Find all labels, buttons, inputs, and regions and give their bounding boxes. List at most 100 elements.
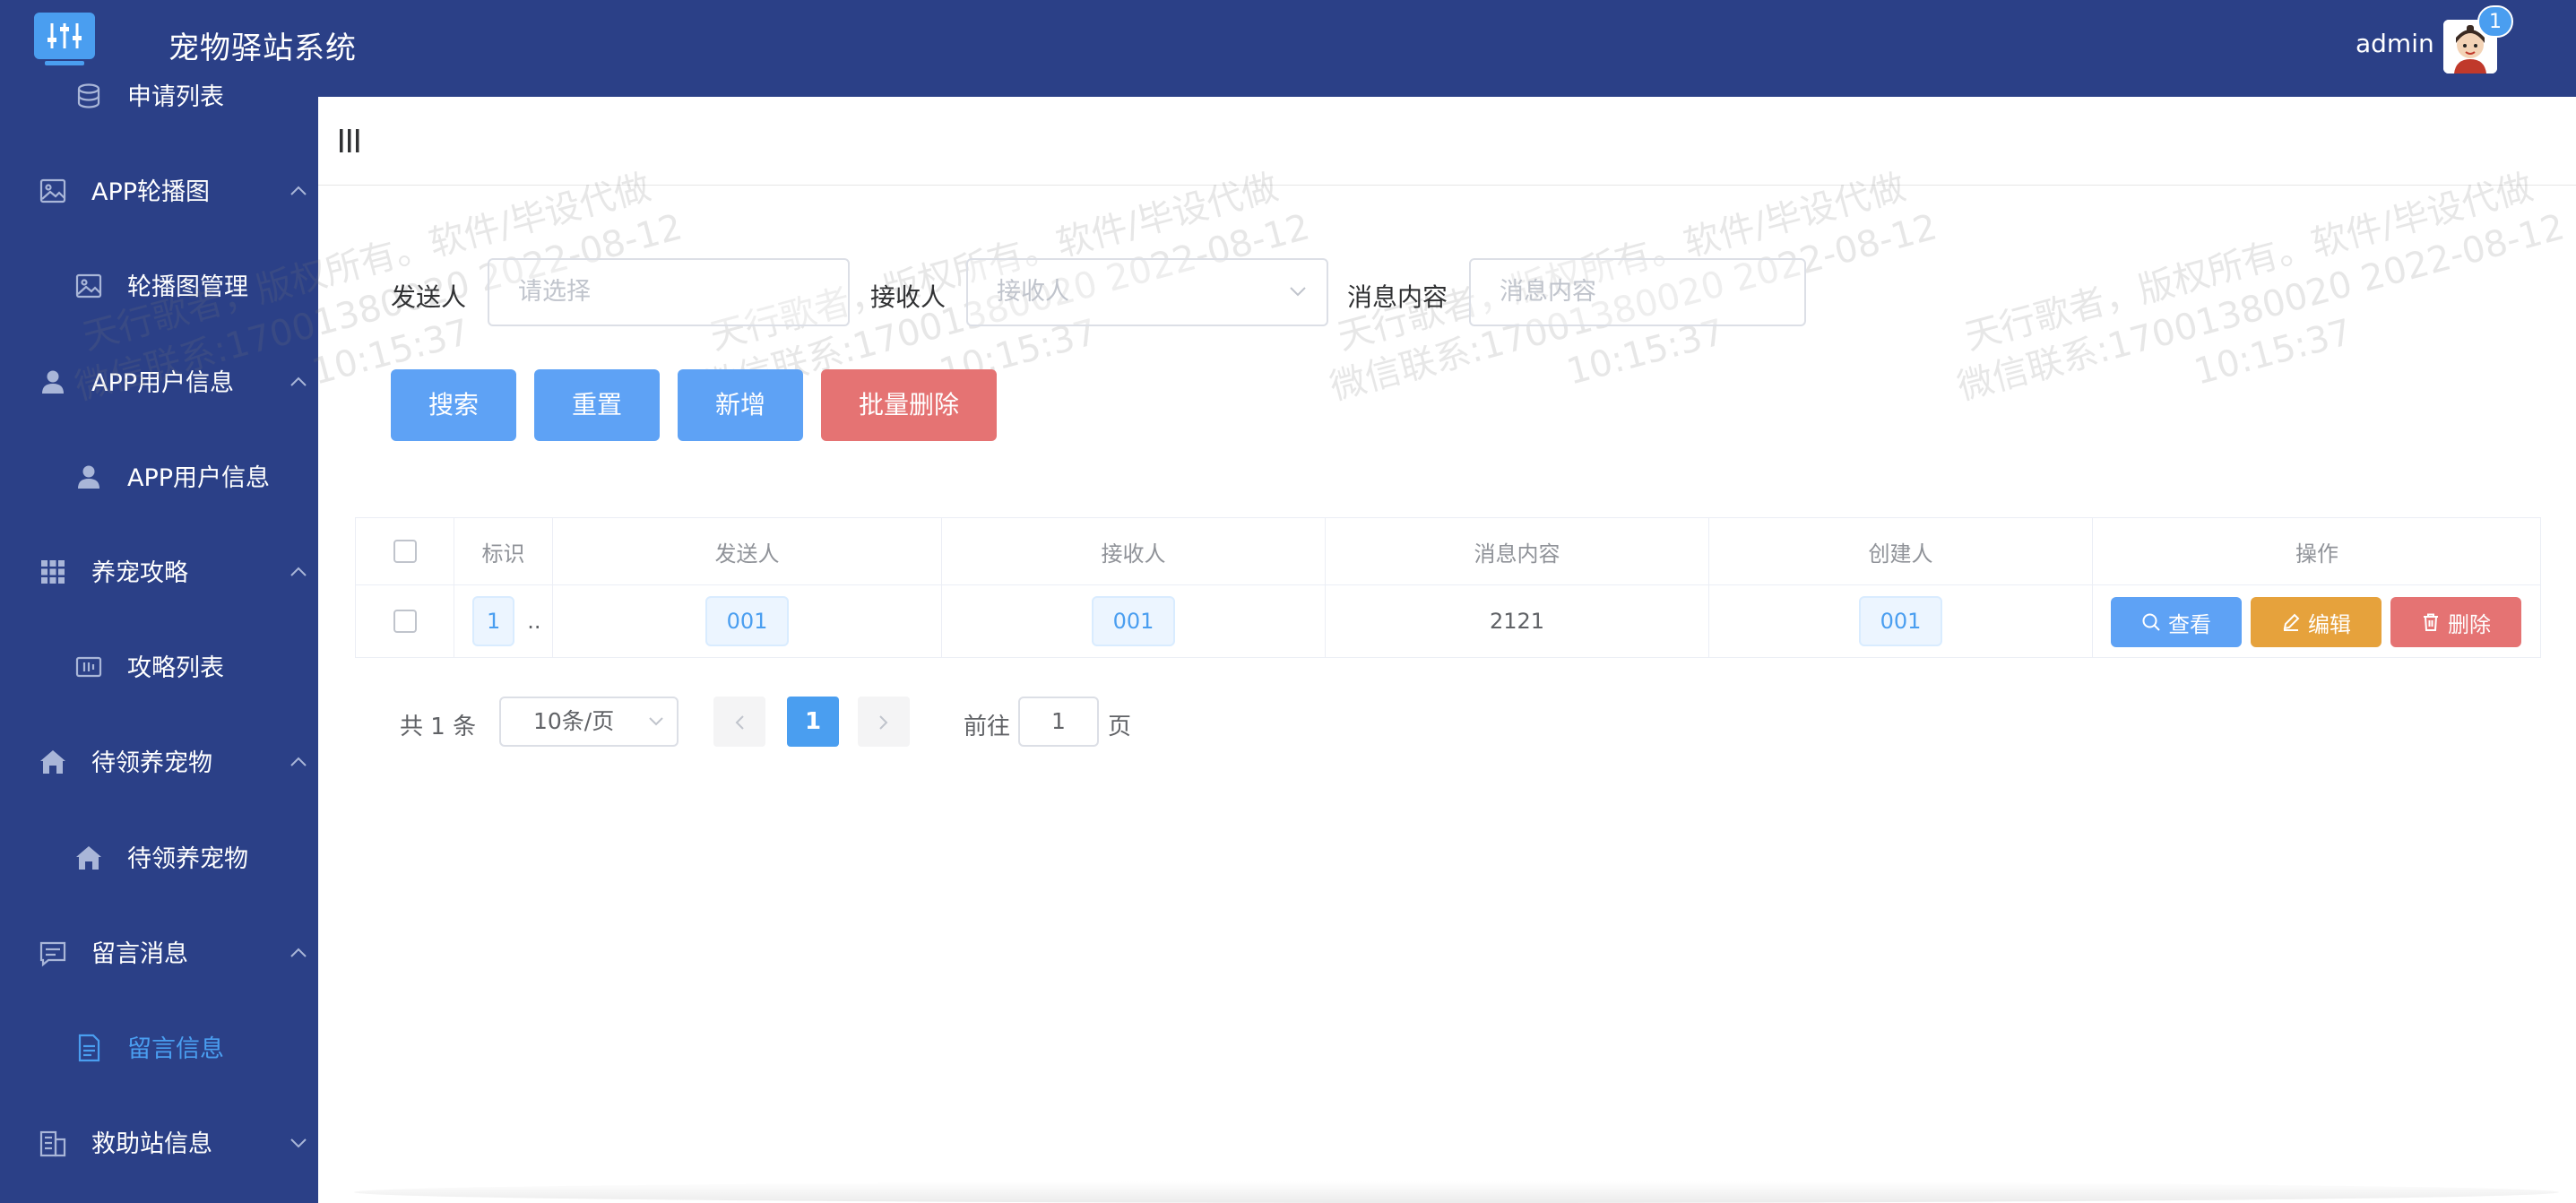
edit-icon <box>2283 613 2300 631</box>
total-count: 共 1 条 <box>400 714 477 740</box>
page-size-value: 10条/页 <box>533 708 615 734</box>
edit-button[interactable]: 编辑 <box>2251 597 2382 647</box>
table-row: 1 .. 001 001 2121 001 查看 编辑 删除 <box>356 584 2540 658</box>
sidebar-item-label: APP轮播图 <box>91 178 211 207</box>
watermark: 天行歌者，版权所有。软件/毕设代做 微信联系:17001380020 2022-… <box>1941 159 2576 455</box>
next-page-button[interactable] <box>858 697 910 747</box>
sidebar-item-guide-list[interactable]: 攻略列表 <box>0 619 318 714</box>
watermark-line3: 10:15:37 <box>2190 311 2356 394</box>
user-icon <box>42 370 64 394</box>
receiver-cell: 001 <box>942 584 1326 658</box>
home-icon <box>76 845 101 870</box>
chevron-down-icon <box>290 1138 307 1148</box>
sidebar-group-message-group[interactable]: 留言消息 <box>0 905 318 1000</box>
chevron-up-icon <box>290 567 307 576</box>
sidebar-item-message-info[interactable]: 留言信息 <box>0 1000 318 1095</box>
sender-cell: 001 <box>553 584 942 658</box>
chevron-up-icon <box>290 757 307 767</box>
sidebar-item-label: APP用户信息 <box>91 368 235 397</box>
sidebar-item-app-user-info[interactable]: APP用户信息 <box>0 429 318 524</box>
sender-select[interactable]: 请选择 <box>488 258 850 326</box>
sidebar-group-rescue-station-info[interactable]: 救助站信息 <box>0 1095 318 1190</box>
actions-cell: 查看 编辑 删除 <box>2093 584 2541 658</box>
row-checkbox[interactable] <box>393 610 417 633</box>
chevron-left-icon <box>735 715 744 730</box>
user-icon <box>78 465 99 489</box>
delete-label: 删除 <box>2448 611 2491 637</box>
sender-label: 发送人 <box>391 282 467 312</box>
sidebar-group-pet-guide[interactable]: 养宠攻略 <box>0 524 318 619</box>
batch-delete-button[interactable]: 批量删除 <box>821 369 997 441</box>
sidebar-group-adoptable-pets-group[interactable]: 待领养宠物 <box>0 714 318 809</box>
sidebar-item-label: 待领养宠物 <box>91 749 212 778</box>
breadcrumb-bar <box>318 97 2576 186</box>
search-button[interactable]: 搜索 <box>391 369 516 441</box>
sidebar-item-apply-list[interactable]: 申请列表 <box>0 48 318 143</box>
sidebar-item-label: 待领养宠物 <box>127 844 248 873</box>
goto-page-input[interactable]: 1 <box>1018 697 1099 747</box>
sidebar-group-app-carousel[interactable]: APP轮播图 <box>0 143 318 238</box>
reset-button[interactable]: 重置 <box>534 369 660 441</box>
column-header: 操作 <box>2295 541 2338 567</box>
id-ellipsis: .. <box>527 609 541 634</box>
sidebar-item-label: 养宠攻略 <box>91 559 188 587</box>
trash-icon <box>2424 613 2438 631</box>
chevron-right-icon <box>879 715 888 730</box>
prev-page-button[interactable] <box>713 697 765 747</box>
content-label: 消息内容 <box>1347 282 1448 312</box>
delete-button[interactable]: 删除 <box>2390 597 2521 647</box>
edit-label: 编辑 <box>2308 611 2351 637</box>
page-size-select[interactable]: 10条/页 <box>499 697 679 747</box>
page-number-current[interactable]: 1 <box>787 697 839 747</box>
view-button[interactable]: 查看 <box>2111 597 2242 647</box>
message-icon <box>39 941 66 967</box>
grid-icon <box>41 560 65 584</box>
watermark-line2: 微信联系:17001380020 2022-08-12 <box>1953 206 2569 409</box>
receiver-label: 接收人 <box>870 282 947 312</box>
receiver-select[interactable]: 接收人 <box>966 258 1328 326</box>
table-header: 标识 发送人 接收人 消息内容 创建人 操作 <box>356 518 2540 585</box>
column-header: 消息内容 <box>1326 518 1709 584</box>
chevron-up-icon <box>290 186 307 195</box>
chevron-down-icon <box>1290 287 1306 297</box>
add-button[interactable]: 新增 <box>678 369 803 441</box>
sender-tag: 001 <box>705 596 790 646</box>
top-bar: 宠物驿站系统 admin 1 <box>0 0 2576 97</box>
chevron-up-icon <box>290 948 307 957</box>
sidebar-item-label: 留言信息 <box>127 1035 224 1063</box>
sidebar-item-label: 攻略列表 <box>127 654 224 683</box>
home-icon <box>40 750 65 775</box>
content-input[interactable]: 消息内容 <box>1469 258 1806 326</box>
sidebar-group-app-user-info-group[interactable]: APP用户信息 <box>0 334 318 429</box>
id-tag: 1 <box>472 596 515 646</box>
creator-cell: 001 <box>1709 584 2093 658</box>
view-label: 查看 <box>2168 611 2211 637</box>
collapse-menu-icon[interactable] <box>338 127 361 154</box>
username-label[interactable]: admin <box>2356 29 2434 58</box>
column-header: 发送人 <box>553 518 942 584</box>
chevron-down-icon <box>649 717 663 726</box>
sidebar-item-label: 救助站信息 <box>91 1130 212 1159</box>
sidebar: 申请列表 APP轮播图 轮播图管理 APP用户信息 APP用户信息 养宠攻略 攻略列表 待领… <box>0 83 318 1203</box>
row-select <box>356 584 454 658</box>
content-cell: 2121 <box>1326 584 1709 658</box>
page-unit-label: 页 <box>1108 714 1132 740</box>
picture-icon <box>39 179 66 203</box>
document-icon <box>78 1034 100 1062</box>
tickets-icon <box>75 657 102 678</box>
id-cell: 1 .. <box>454 584 553 658</box>
picture-icon <box>75 274 102 299</box>
receiver-tag: 001 <box>1091 596 1176 646</box>
database-icon <box>77 83 100 108</box>
sidebar-item-label: 留言消息 <box>91 939 188 968</box>
select-all-checkbox[interactable] <box>393 540 417 563</box>
sidebar-item-carousel-management[interactable]: 轮播图管理 <box>0 238 318 333</box>
search-icon <box>2142 613 2160 631</box>
watermark-line1: 天行歌者，版权所有。软件/毕设代做 <box>1960 166 2537 359</box>
sidebar-item-adoptable-pets[interactable]: 待领养宠物 <box>0 810 318 905</box>
receiver-placeholder: 接收人 <box>997 278 1069 306</box>
main-content: 天行歌者，版权所有。软件/毕设代做 微信联系:17001380020 2022-… <box>71 97 2576 1203</box>
column-header: 标识 <box>454 518 553 584</box>
column-header: 创建人 <box>1709 518 2093 584</box>
sidebar-item-label: APP用户信息 <box>127 463 271 492</box>
